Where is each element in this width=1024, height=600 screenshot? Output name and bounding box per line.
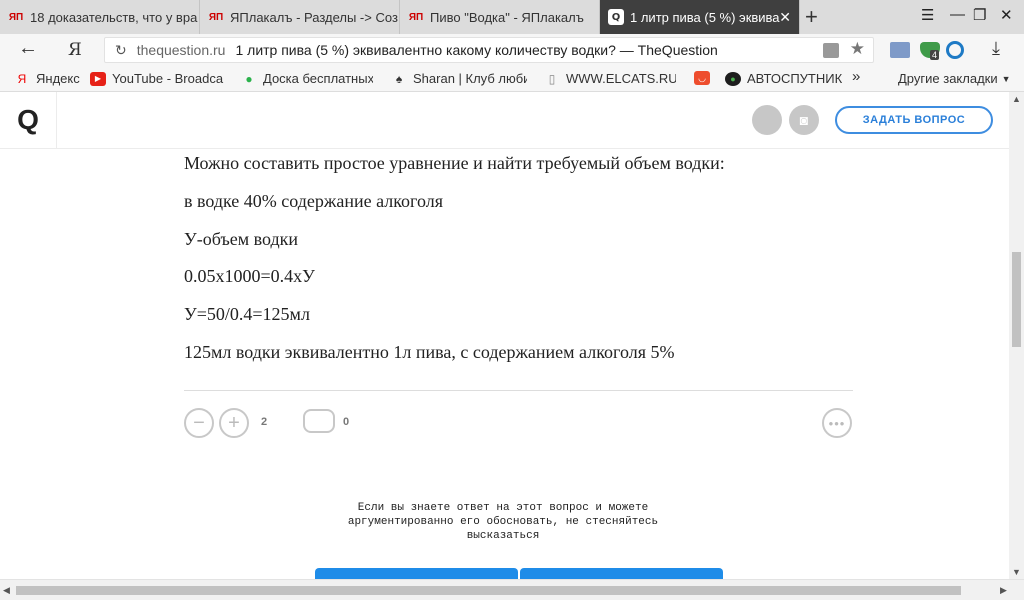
youtube-icon: ▶ <box>90 71 106 86</box>
bookmark-elcats[interactable]: ▯ WWW.ELCATS.RU - <box>544 71 676 86</box>
other-bookmarks-label: Другие закладки <box>898 71 998 86</box>
vote-count: 2 <box>261 416 268 428</box>
bookmark-board[interactable]: ● Доска бесплатных <box>241 71 373 86</box>
bookmark-label: АВТОСПУТНИК <box>747 71 843 86</box>
apple-app-icon[interactable] <box>752 105 782 135</box>
site-header: Q ◙ ЗАДАТЬ ВОПРОС <box>0 92 1009 149</box>
restore-icon[interactable]: ❐ <box>973 6 986 24</box>
answer-paragraph: в водке 40% содержание алкоголя <box>184 191 444 211</box>
bookmark-label: Яндекс <box>36 71 80 86</box>
answer-content: Можно составить простое уравнение и найт… <box>0 149 1009 579</box>
avito-icon: ● <box>245 71 253 86</box>
yaplakal-icon: ЯП <box>208 11 224 23</box>
close-tab-icon[interactable]: ✕ <box>779 9 791 26</box>
mail-icon[interactable] <box>890 42 910 58</box>
horizontal-scroll-thumb[interactable] <box>16 586 961 595</box>
club-icon: ♠ <box>395 71 403 86</box>
reload-icon[interactable]: ↻ <box>115 42 127 59</box>
answer-paragraph: 0.05х1000=0.4хУ <box>184 266 315 286</box>
horizontal-scrollbar[interactable]: ◀ ▶ <box>0 579 1024 600</box>
tab-4-active[interactable]: Q 1 литр пива (5 %) эквива ✕ <box>600 0 800 34</box>
answer-divider <box>184 390 853 391</box>
yaplakal-icon: ЯП <box>8 11 24 23</box>
menu-icon[interactable]: ☰ <box>921 6 934 24</box>
bookmark-label: WWW.ELCATS.RU - <box>566 71 676 86</box>
yaplakal-icon: ЯП <box>408 11 424 23</box>
close-window-icon[interactable]: ✕ <box>1000 6 1013 24</box>
thequestion-logo[interactable]: Q <box>0 92 57 148</box>
vertical-scroll-thumb[interactable] <box>1012 252 1021 347</box>
bookmark-shop[interactable]: ◡ <box>694 71 716 85</box>
new-tab-button[interactable]: + <box>805 4 818 30</box>
scroll-up-arrow-icon[interactable]: ▲ <box>1012 94 1021 104</box>
yandex-logo-icon[interactable]: Я <box>68 40 82 60</box>
star-icon[interactable]: ★ <box>850 39 865 59</box>
page-title: 1 литр пива (5 %) эквивалентно какому ко… <box>235 42 718 58</box>
answer-paragraph: 125мл водки эквивалентно 1л пива, с соде… <box>184 342 675 362</box>
answer-paragraph: Можно составить простое уравнение и найт… <box>184 153 725 173</box>
tab-2-label: ЯПлакалъ - Разделы -> Соз <box>230 9 398 25</box>
url-field[interactable]: ↻ thequestion.ru 1 литр пива (5 %) эквив… <box>104 37 874 63</box>
tab-4-label: 1 литр пива (5 %) эквива <box>630 9 780 25</box>
answer-action-button-left[interactable] <box>315 568 518 579</box>
upvote-button[interactable]: + <box>219 408 249 438</box>
more-bookmarks-chevron[interactable]: » <box>852 68 860 85</box>
bookmarks-bar: Я Яндекс ▶ YouTube - Broadca ● Доска бес… <box>0 66 1024 92</box>
ask-question-button[interactable]: ЗАДАТЬ ВОПРОС <box>835 106 993 134</box>
url-domain: thequestion.ru <box>136 42 226 58</box>
bookmark-avtosputnik[interactable]: ● АВТОСПУТНИК <box>725 71 842 86</box>
extension-badge: 4 <box>930 50 940 60</box>
address-bar: ← Я ↻ thequestion.ru 1 литр пива (5 %) э… <box>0 34 1024 66</box>
bookmark-sharan[interactable]: ♠ Sharan | Клуб люби <box>391 71 527 86</box>
scroll-right-arrow-icon[interactable]: ▶ <box>1000 585 1007 596</box>
tab-1-label: 18 доказательств, что у вра <box>30 9 198 25</box>
more-options-icon[interactable]: ••• <box>822 408 852 438</box>
android-app-icon[interactable]: ◙ <box>789 105 819 135</box>
vertical-scrollbar[interactable]: ▲ ▼ <box>1009 92 1024 579</box>
bookmark-label: Доска бесплатных <box>263 71 373 86</box>
answer-action-button-right[interactable] <box>520 568 723 579</box>
scroll-down-arrow-icon[interactable]: ▼ <box>1012 567 1021 577</box>
lock-icon[interactable] <box>823 43 839 58</box>
tab-3[interactable]: ЯП Пиво "Водка" - ЯПлакалъ <box>400 0 600 34</box>
avtosputnik-icon: ● <box>725 71 741 86</box>
tab-2[interactable]: ЯП ЯПлакалъ - Разделы -> Соз <box>200 0 400 34</box>
shop-icon: ◡ <box>694 71 710 85</box>
scroll-left-arrow-icon[interactable]: ◀ <box>3 585 10 596</box>
thequestion-icon: Q <box>608 9 624 25</box>
chevron-down-icon: ▼ <box>1001 73 1011 84</box>
drop-icon[interactable] <box>946 41 964 59</box>
other-bookmarks[interactable]: Другие закладки ▼ <box>898 71 1011 86</box>
answer-paragraph: У=50/0.4=125мл <box>184 304 310 324</box>
bookmark-yandex[interactable]: Я Яндекс <box>14 71 80 86</box>
tab-3-label: Пиво "Водка" - ЯПлакалъ <box>430 9 584 25</box>
answer-paragraph: У-объем водки <box>184 229 299 249</box>
minimize-icon[interactable]: — <box>950 6 965 23</box>
tab-strip: ЯП 18 доказательств, что у вра ЯП ЯПлака… <box>0 0 1024 34</box>
tab-1[interactable]: ЯП 18 доказательств, что у вра <box>0 0 200 34</box>
answer-prompt: Если вы знаете ответ на этот вопрос и мо… <box>347 502 659 542</box>
comment-icon[interactable] <box>303 409 335 433</box>
back-arrow-icon[interactable]: ← <box>18 37 38 60</box>
bookmark-label: Sharan | Клуб люби <box>413 71 527 86</box>
bookmark-youtube[interactable]: ▶ YouTube - Broadca <box>90 71 227 86</box>
bookmark-label: YouTube - Broadca <box>112 71 224 86</box>
yandex-icon: Я <box>17 71 27 86</box>
downvote-button[interactable]: − <box>184 408 214 438</box>
download-icon[interactable]: ⤓ <box>992 38 1000 59</box>
comment-count: 0 <box>343 416 350 428</box>
page-icon: ▯ <box>548 71 556 86</box>
